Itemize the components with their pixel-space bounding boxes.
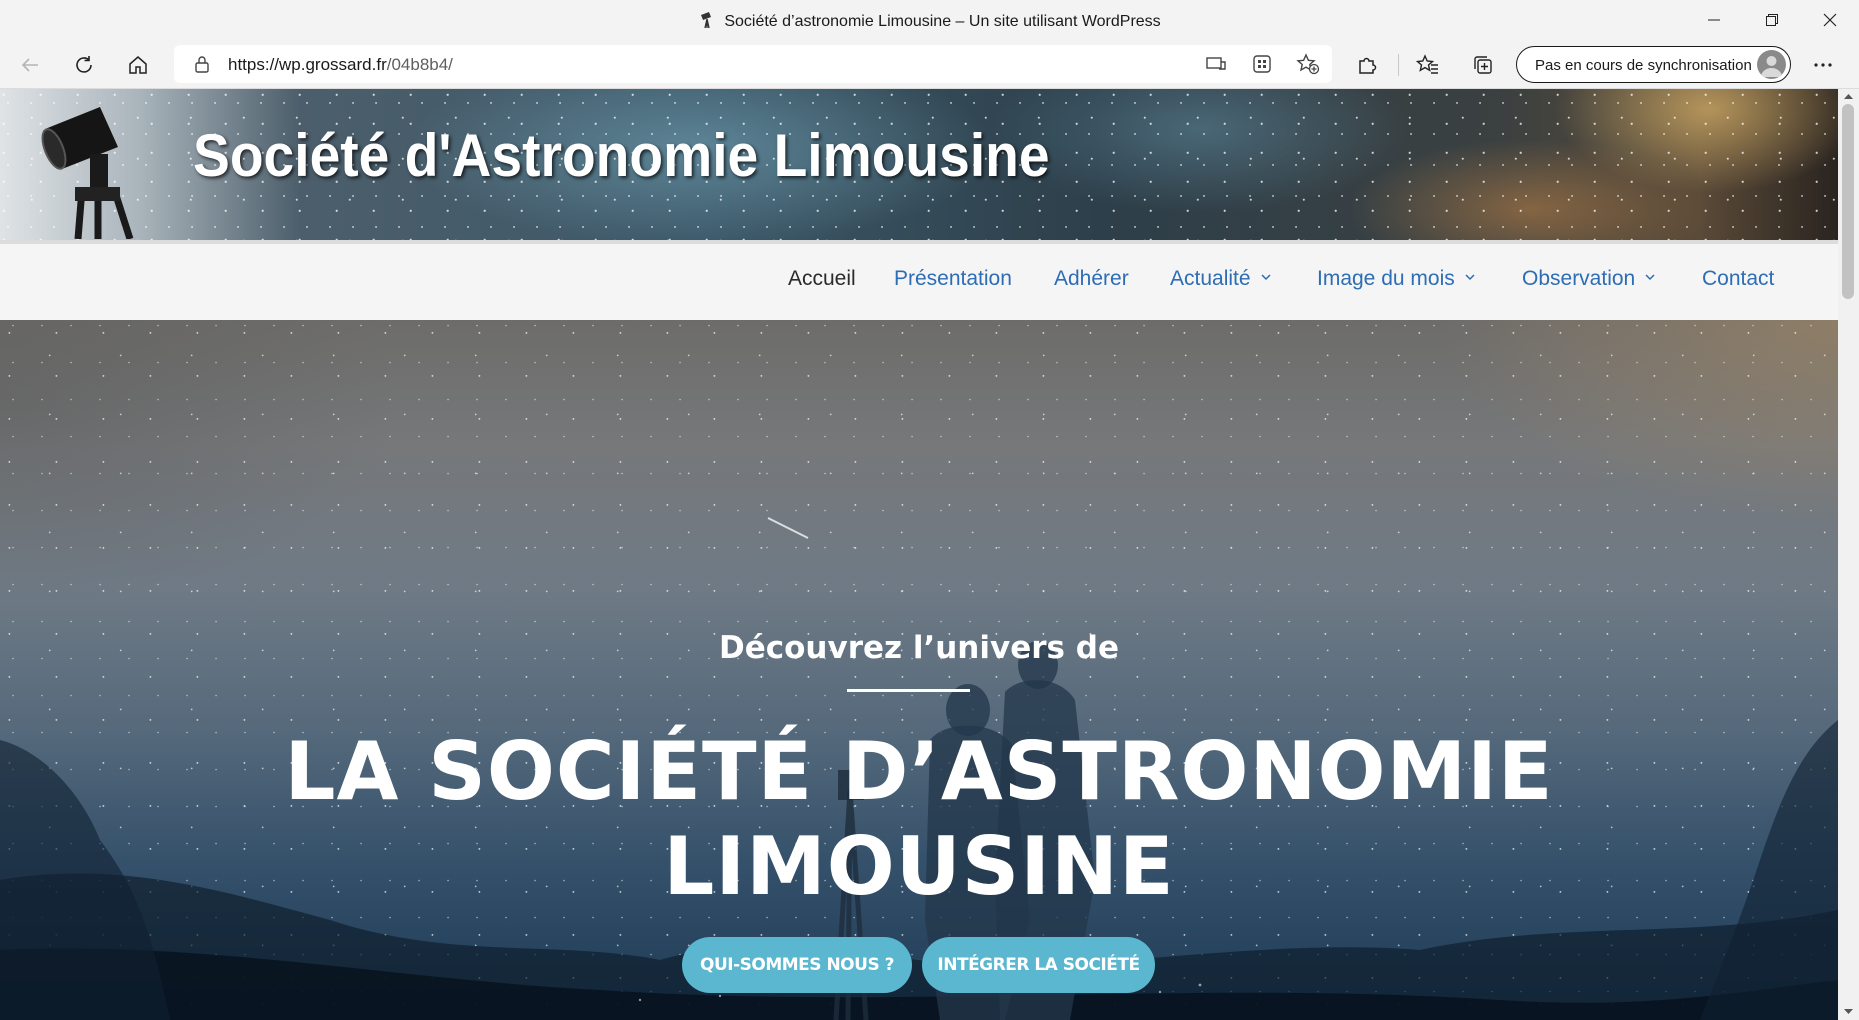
add-favorite-icon xyxy=(1296,53,1320,75)
restore-icon xyxy=(1766,14,1778,26)
main-navigation: Accueil Présentation Adhérer Actualité I… xyxy=(0,240,1838,320)
sync-status-label: Pas en cours de synchronisation xyxy=(1535,57,1752,74)
minimize-icon xyxy=(1708,19,1720,21)
nav-item-contact[interactable]: Contact xyxy=(1702,267,1774,291)
who-are-we-button[interactable]: QUI-SOMMES NOUS ? xyxy=(682,937,912,993)
url-text: https://wp.grossard.fr/04b8b4/ xyxy=(228,55,453,75)
browser-toolbar: https://wp.grossard.fr/04b8b4/ Pas en co… xyxy=(0,40,1859,89)
home-icon xyxy=(129,56,147,74)
nav-item-label: Contact xyxy=(1702,267,1775,290)
join-society-button[interactable]: INTÉGRER LA SOCIÉTÉ xyxy=(922,937,1155,993)
read-aloud-button[interactable] xyxy=(1199,47,1233,81)
back-button[interactable] xyxy=(13,48,47,82)
refresh-icon xyxy=(76,56,92,73)
hero-kicker: Découvrez l’univers de xyxy=(718,630,1119,666)
nav-item-label: Image du mois xyxy=(1317,267,1455,290)
collections-icon xyxy=(1474,56,1492,74)
add-favorite-button[interactable] xyxy=(1291,47,1325,81)
lock-icon xyxy=(195,56,209,73)
scroll-up-icon[interactable] xyxy=(1843,92,1854,100)
site-header-banner[interactable]: Société d'Astronomie Limousine xyxy=(0,89,1838,240)
hero-section: Découvrez l’univers de LA SOCIÉTÉ D’ASTR… xyxy=(0,320,1838,1020)
scroll-down-icon[interactable] xyxy=(1843,1008,1854,1016)
home-button[interactable] xyxy=(121,48,155,82)
hero-headline-line2: LIMOUSINE xyxy=(663,820,1175,913)
window-title-text: Société d’astronomie Limousine – Un site… xyxy=(724,13,1161,30)
close-window-button[interactable] xyxy=(1805,0,1855,40)
url-host: https://wp.grossard.fr xyxy=(228,55,387,74)
extensions-icon xyxy=(1359,57,1377,74)
more-icon xyxy=(1814,63,1832,67)
nav-item-label: Présentation xyxy=(894,267,1012,290)
nav-item-accueil[interactable]: Accueil xyxy=(788,267,856,291)
url-path: /04b8b4/ xyxy=(386,55,453,74)
nav-item-presentation[interactable]: Présentation xyxy=(894,267,1012,291)
avatar xyxy=(1757,50,1786,79)
hero-headline: LA SOCIÉTÉ D’ASTRONOMIE LIMOUSINE xyxy=(0,724,1838,914)
read-aloud-icon xyxy=(1206,57,1226,70)
chevron-down-icon xyxy=(1465,274,1475,281)
back-arrow-icon xyxy=(21,58,38,72)
extensions-button[interactable] xyxy=(1350,48,1384,82)
page-viewport: Société d'Astronomie Limousine Accueil P… xyxy=(0,89,1838,1020)
hero-silhouette-illustration xyxy=(0,517,1838,1020)
more-button[interactable] xyxy=(1806,48,1840,82)
chevron-down-icon xyxy=(1261,274,1271,281)
nav-item-label: Observation xyxy=(1522,267,1636,290)
nav-item-image-du-mois[interactable]: Image du mois xyxy=(1317,267,1475,291)
banner-site-title: Société d'Astronomie Limousine xyxy=(193,122,1050,189)
hero-divider xyxy=(847,689,970,692)
nav-item-observation[interactable]: Observation xyxy=(1522,267,1655,291)
favorites-icon xyxy=(1416,54,1438,74)
restore-button[interactable] xyxy=(1747,0,1797,40)
window-title-bar: Société d’astronomie Limousine – Un site… xyxy=(0,0,1859,40)
nav-item-label: Adhérer xyxy=(1054,267,1129,290)
favorites-button[interactable] xyxy=(1411,48,1445,82)
minimize-button[interactable] xyxy=(1689,0,1739,40)
hero-headline-line1: LA SOCIÉTÉ D’ASTRONOMIE xyxy=(284,725,1554,818)
telescope-icon xyxy=(701,12,712,29)
apps-icon xyxy=(1253,55,1271,73)
nav-item-label: Accueil xyxy=(788,267,856,290)
nav-item-adherer[interactable]: Adhérer xyxy=(1054,267,1129,291)
page-scrollbar[interactable] xyxy=(1838,89,1859,1020)
profile-icon xyxy=(1761,56,1782,77)
profile-sync-button[interactable]: Pas en cours de synchronisation xyxy=(1516,46,1791,83)
close-icon xyxy=(1823,13,1837,27)
scrollbar-thumb[interactable] xyxy=(1842,104,1854,299)
address-bar[interactable]: https://wp.grossard.fr/04b8b4/ xyxy=(174,45,1332,83)
telescope-icon xyxy=(41,107,134,239)
toolbar-divider xyxy=(1398,54,1399,76)
chevron-down-icon xyxy=(1645,274,1655,281)
refresh-button[interactable] xyxy=(67,48,101,82)
window-title: Société d’astronomie Limousine – Un site… xyxy=(0,11,1859,31)
collections-button[interactable] xyxy=(1466,48,1500,82)
apps-button[interactable] xyxy=(1245,47,1279,81)
nav-item-label: Actualité xyxy=(1170,267,1251,290)
nav-item-actualite[interactable]: Actualité xyxy=(1170,267,1271,291)
